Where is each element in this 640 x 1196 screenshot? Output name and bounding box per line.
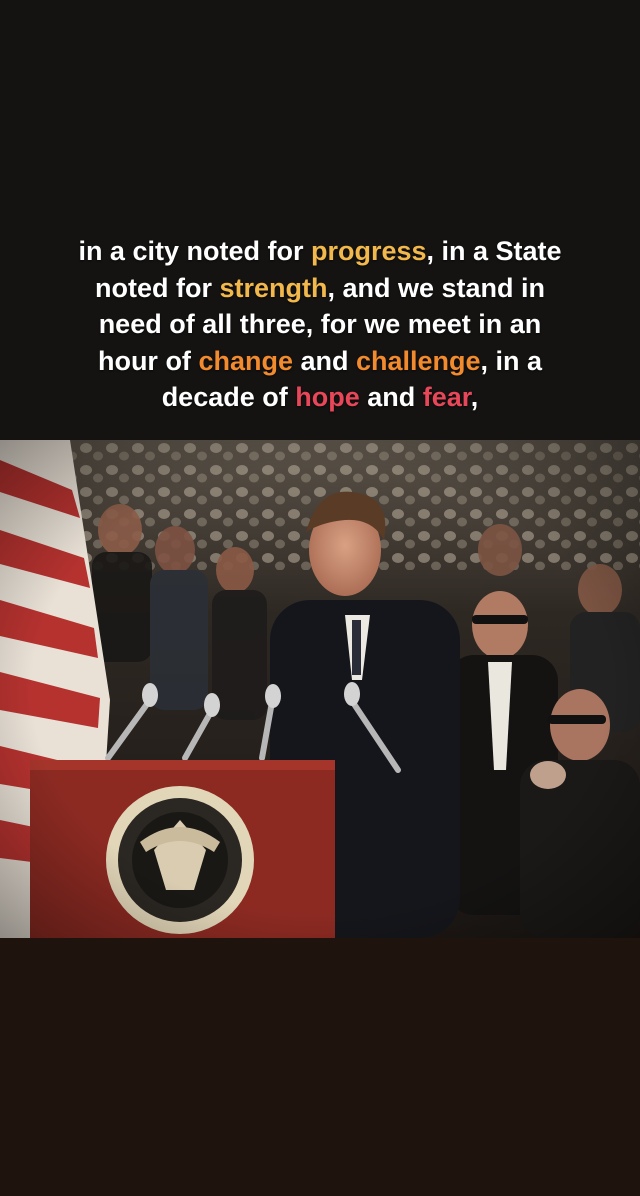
- caption-text: need of all three, for we meet in an: [98, 309, 542, 339]
- highlight-hope: hope: [295, 382, 360, 412]
- subtitle-caption: in a city noted for progress, in a State…: [20, 233, 620, 416]
- caption-line-5: decade of hope and fear,: [20, 379, 620, 416]
- caption-line-1: in a city noted for progress, in a State: [20, 233, 620, 270]
- caption-text: in a city noted for: [78, 236, 311, 266]
- highlight-progress: progress: [310, 236, 427, 266]
- caption-text: , in a State: [426, 236, 562, 266]
- bottom-background: [0, 938, 640, 1196]
- caption-line-4: hour of change and challenge, in a: [20, 343, 620, 380]
- caption-text: and: [292, 345, 356, 376]
- highlight-strength: strength: [219, 272, 328, 303]
- caption-text: , in a: [480, 345, 543, 376]
- speech-photo: [0, 440, 640, 938]
- caption-text: decade of: [161, 382, 296, 412]
- highlight-change: change: [198, 345, 293, 376]
- caption-text: and: [359, 382, 423, 412]
- caption-line-2: noted for strength, and we stand in: [20, 270, 620, 307]
- caption-text: hour of: [97, 345, 199, 376]
- caption-line-3: need of all three, for we meet in an: [20, 306, 620, 343]
- highlight-fear: fear: [422, 382, 471, 412]
- highlight-challenge: challenge: [355, 345, 481, 376]
- caption-text: ,: [470, 382, 479, 412]
- caption-text: noted for: [94, 272, 220, 303]
- caption-text: , and we stand in: [327, 272, 545, 303]
